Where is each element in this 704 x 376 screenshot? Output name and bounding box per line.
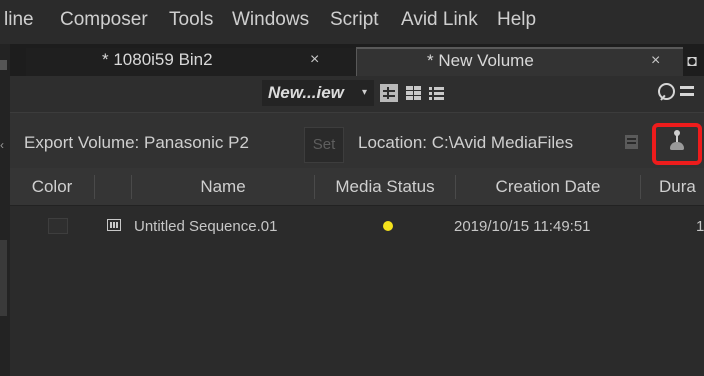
column-header-name[interactable]: Name [132, 168, 314, 205]
set-button[interactable]: Set [304, 127, 344, 163]
search-icon[interactable] [658, 83, 675, 100]
column-header-media-status[interactable]: Media Status [315, 168, 455, 205]
hamburger-menu-icon[interactable] [680, 86, 694, 98]
media-status-dot [383, 221, 393, 231]
tab-label: * 1080i59 Bin2 [102, 50, 213, 69]
tab-label: * New Volume [427, 51, 534, 70]
color-swatch[interactable] [48, 218, 68, 234]
menu-item-avid-link[interactable]: Avid Link [401, 9, 478, 31]
bin-table-body: Untitled Sequence.01 2019/10/15 11:49:51… [10, 206, 704, 376]
column-header-icon[interactable] [95, 168, 131, 205]
text-view-icon[interactable] [428, 84, 446, 102]
column-header-duration[interactable]: Dura [641, 168, 704, 205]
tab-bar: * 1080i59 Bin2 × * New Volume × ◘ [10, 44, 704, 78]
left-panel-edge: ‹ [0, 44, 10, 376]
import-icon[interactable] [670, 130, 684, 152]
export-volume-bar: Export Volume: Panasonic P2 Set Location… [10, 112, 704, 170]
bin-view-label: New...iew [268, 83, 344, 102]
creation-date: 2019/10/15 11:49:51 [454, 218, 591, 235]
left-panel-handle[interactable] [0, 60, 7, 70]
tab-menu-icon[interactable]: ◘ [682, 52, 702, 72]
menu-item-windows[interactable]: Windows [232, 9, 309, 31]
column-header-creation-date[interactable]: Creation Date [456, 168, 640, 205]
list-icon[interactable] [625, 135, 638, 149]
table-header: Color Name Media Status Creation Date Du… [10, 168, 704, 206]
chevron-down-icon: ▾ [362, 87, 368, 98]
avid-media-composer-window: line Composer Tools Windows Script Avid … [0, 0, 704, 376]
close-icon[interactable]: × [310, 51, 319, 69]
frame-view-icon[interactable] [380, 84, 398, 102]
menu-bar: line Composer Tools Windows Script Avid … [0, 0, 704, 44]
left-panel-scrollbar[interactable] [0, 240, 7, 316]
column-header-color[interactable]: Color [10, 168, 94, 205]
export-volume-label: Export Volume: Panasonic P2 [24, 133, 249, 152]
sequence-icon [107, 219, 121, 231]
menu-item-timeline[interactable]: line [4, 9, 34, 31]
close-icon[interactable]: × [651, 52, 660, 70]
menu-item-composer[interactable]: Composer [60, 9, 148, 31]
script-view-icon[interactable] [404, 84, 422, 102]
menu-item-tools[interactable]: Tools [169, 9, 213, 31]
table-row[interactable]: Untitled Sequence.01 2019/10/15 11:49:51… [10, 206, 704, 246]
bin-view-select[interactable]: New...iew ▾ [262, 80, 374, 106]
menu-item-help[interactable]: Help [497, 9, 536, 31]
tab-new-volume[interactable]: * New Volume × [356, 47, 683, 78]
location-label: Location: C:\Avid MediaFiles [358, 133, 574, 152]
bin-view-toolbar: New...iew ▾ [10, 76, 704, 112]
duration-value: 1 [696, 218, 704, 235]
clip-name[interactable]: Untitled Sequence.01 [134, 218, 277, 235]
tab-1080i59-bin2[interactable]: * 1080i59 Bin2 × [26, 48, 356, 76]
collapse-arrow-icon[interactable]: ‹ [0, 138, 6, 152]
menu-item-script[interactable]: Script [330, 9, 379, 31]
bin-panel: * 1080i59 Bin2 × * New Volume × ◘ New...… [10, 44, 704, 376]
